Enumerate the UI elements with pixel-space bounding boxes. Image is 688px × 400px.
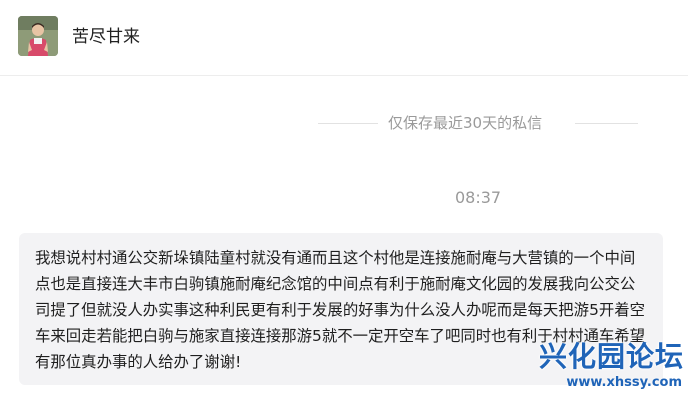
user-avatar[interactable] <box>18 16 58 56</box>
watermark-url: www.xhssy.com <box>566 375 682 390</box>
site-watermark: 兴化园论坛 www.xhssy.com <box>504 340 684 396</box>
retention-notice-text: 仅保存最近30天的私信 <box>388 114 543 132</box>
chat-header: 苦尽甘来 <box>0 0 688 76</box>
notice-divider-right <box>575 123 638 124</box>
message-timestamp: 08:37 <box>455 188 502 207</box>
notice-divider-left <box>318 123 378 124</box>
retention-notice: 仅保存最近30天的私信 <box>318 113 638 133</box>
watermark-logo-text: 兴化园论坛 <box>538 340 684 373</box>
user-avatar-photo-icon <box>18 16 58 56</box>
chat-contact-name[interactable]: 苦尽甘来 <box>72 26 140 48</box>
